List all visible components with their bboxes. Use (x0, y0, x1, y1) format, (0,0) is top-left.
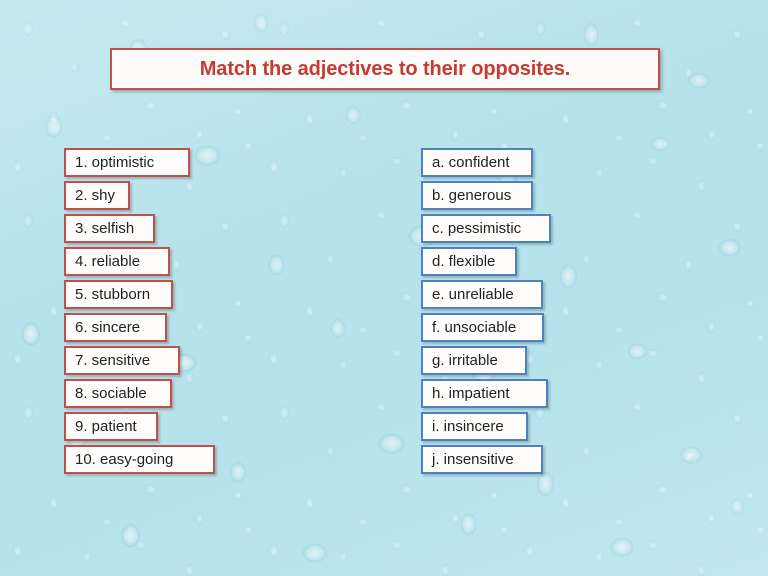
adjective-item-1[interactable]: 1. optimistic (64, 148, 190, 177)
opposite-item-1[interactable]: a. confident (421, 148, 533, 177)
opposite-item-8[interactable]: h. impatient (421, 379, 548, 408)
adjective-item-3[interactable]: 3. selfish (64, 214, 155, 243)
adjective-item-label: 10. easy-going (75, 451, 174, 468)
adjective-item-10[interactable]: 10. easy-going (64, 445, 215, 474)
opposite-item-2[interactable]: b. generous (421, 181, 533, 210)
adjective-item-label: 5. stubborn (75, 286, 151, 303)
opposite-item-label: i. insincere (432, 418, 504, 435)
opposite-item-label: e. unreliable (432, 286, 514, 303)
adjective-item-7[interactable]: 7. sensitive (64, 346, 180, 375)
opposites-column: a. confident b. generous c. pessimistic d. … (421, 148, 551, 478)
adjective-item-label: 1. optimistic (75, 154, 155, 171)
opposite-item-6[interactable]: f. unsociable (421, 313, 544, 342)
opposite-item-4[interactable]: d. flexible (421, 247, 517, 276)
opposite-item-7[interactable]: g. irritable (421, 346, 527, 375)
opposite-item-9[interactable]: i. insincere (421, 412, 528, 441)
adjective-item-8[interactable]: 8. sociable (64, 379, 172, 408)
opposite-item-10[interactable]: j. insensitive (421, 445, 543, 474)
opposite-item-label: h. impatient (432, 385, 510, 402)
adjective-item-label: 9. patient (75, 418, 137, 435)
adjective-item-label: 6. sincere (75, 319, 141, 336)
adjective-item-label: 7. sensitive (75, 352, 151, 369)
opposite-item-label: d. flexible (432, 253, 496, 270)
adjective-item-label: 2. shy (75, 187, 116, 204)
opposite-item-label: b. generous (432, 187, 512, 204)
page-title: Match the adjectives to their opposites. (199, 57, 571, 80)
adjective-item-6[interactable]: 6. sincere (64, 313, 167, 342)
adjective-item-label: 4. reliable (75, 253, 141, 270)
opposite-item-3[interactable]: c. pessimistic (421, 214, 551, 243)
adjective-item-4[interactable]: 4. reliable (64, 247, 170, 276)
opposite-item-label: a. confident (432, 154, 510, 171)
adjective-item-label: 8. sociable (75, 385, 147, 402)
adjective-item-2[interactable]: 2. shy (64, 181, 130, 210)
adjective-item-9[interactable]: 9. patient (64, 412, 158, 441)
opposite-item-label: g. irritable (432, 352, 498, 369)
opposite-item-label: c. pessimistic (432, 220, 522, 237)
opposite-item-label: j. insensitive (432, 451, 514, 468)
adjective-item-label: 3. selfish (75, 220, 135, 237)
opposite-item-5[interactable]: e. unreliable (421, 280, 543, 309)
title-banner: Match the adjectives to their opposites. (110, 48, 660, 90)
adjective-item-5[interactable]: 5. stubborn (64, 280, 173, 309)
slide-canvas: Match the adjectives to their opposites.… (0, 0, 768, 576)
opposite-item-label: f. unsociable (432, 319, 517, 336)
adjectives-column: 1. optimistic 2. shy 3. selfish 4. reliable… (64, 148, 215, 478)
